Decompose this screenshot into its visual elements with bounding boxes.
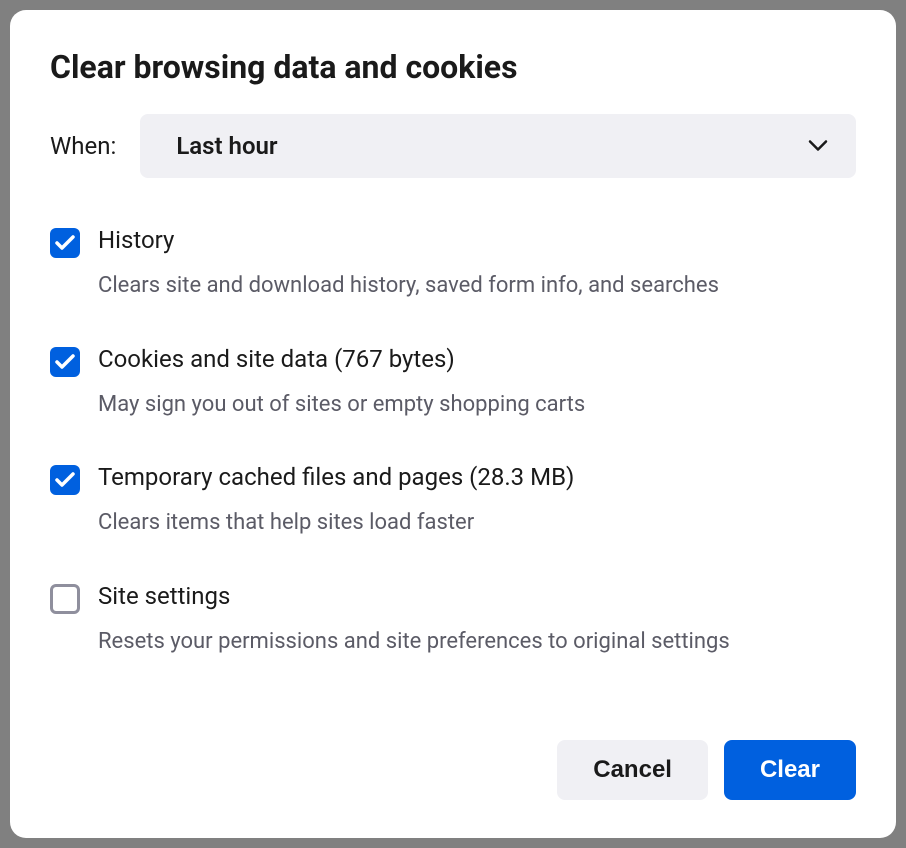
history-checkbox[interactable] <box>50 228 80 258</box>
cache-checkbox[interactable] <box>50 465 80 495</box>
clear-data-dialog: Clear browsing data and cookies When: La… <box>10 10 896 838</box>
dialog-title: Clear browsing data and cookies <box>50 48 856 86</box>
check-icon <box>55 235 75 251</box>
option-cookies: Cookies and site data (767 bytes) May si… <box>50 345 856 420</box>
option-content: Temporary cached files and pages (28.3 M… <box>98 463 856 538</box>
option-content: Site settings Resets your permissions an… <box>98 582 856 657</box>
option-description: May sign you out of sites or empty shopp… <box>98 391 856 420</box>
option-label: History <box>98 226 856 254</box>
button-row: Cancel Clear <box>50 740 856 800</box>
option-content: Cookies and site data (767 bytes) May si… <box>98 345 856 420</box>
option-description: Resets your permissions and site prefere… <box>98 628 856 657</box>
option-site-settings: Site settings Resets your permissions an… <box>50 582 856 657</box>
option-history: History Clears site and download history… <box>50 226 856 301</box>
cancel-button[interactable]: Cancel <box>557 740 708 800</box>
chevron-down-icon <box>808 137 828 156</box>
option-label: Temporary cached files and pages (28.3 M… <box>98 463 856 491</box>
option-description: Clears items that help sites load faster <box>98 509 856 538</box>
options-list: History Clears site and download history… <box>50 226 856 708</box>
time-range-row: When: Last hour <box>50 114 856 178</box>
option-cache: Temporary cached files and pages (28.3 M… <box>50 463 856 538</box>
cookies-checkbox[interactable] <box>50 347 80 377</box>
site-settings-checkbox[interactable] <box>50 584 80 614</box>
option-content: History Clears site and download history… <box>98 226 856 301</box>
option-description: Clears site and download history, saved … <box>98 272 856 301</box>
option-label: Cookies and site data (767 bytes) <box>98 345 856 373</box>
when-label: When: <box>50 132 116 160</box>
select-value: Last hour <box>176 132 277 160</box>
check-icon <box>55 354 75 370</box>
option-label: Site settings <box>98 582 856 610</box>
clear-button[interactable]: Clear <box>724 740 856 800</box>
time-range-select[interactable]: Last hour <box>140 114 856 178</box>
check-icon <box>55 472 75 488</box>
